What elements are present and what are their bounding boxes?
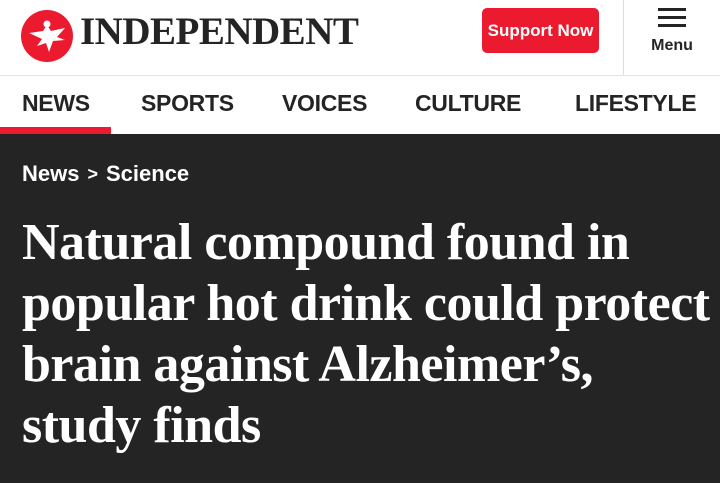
section-nav: NEWS SPORTS VOICES CULTURE LIFESTYLE — [0, 76, 720, 134]
site-logo-wordmark: INDEPENDENT — [80, 10, 359, 53]
menu-label: Menu — [651, 37, 693, 54]
article-headline: Natural compound found in popular hot dr… — [22, 214, 710, 454]
support-now-button[interactable]: Support Now — [482, 8, 599, 53]
breadcrumb-science-link[interactable]: Science — [106, 161, 189, 186]
breadcrumb-news-link[interactable]: News — [22, 161, 79, 186]
nav-item-news[interactable]: NEWS — [22, 76, 90, 134]
menu-button[interactable]: Menu — [624, 0, 720, 75]
nav-item-sports[interactable]: SPORTS — [141, 76, 234, 134]
breadcrumb-separator: > — [87, 164, 98, 184]
eagle-icon — [21, 10, 73, 62]
site-header: INDEPENDENT Support Now Menu — [0, 0, 720, 75]
breadcrumb: News > Science — [22, 161, 189, 187]
active-tab-indicator — [0, 127, 111, 134]
nav-item-voices[interactable]: VOICES — [282, 76, 367, 134]
nav-item-lifestyle[interactable]: LIFESTYLE — [575, 76, 697, 134]
hamburger-icon — [658, 8, 686, 27]
nav-item-culture[interactable]: CULTURE — [415, 76, 521, 134]
